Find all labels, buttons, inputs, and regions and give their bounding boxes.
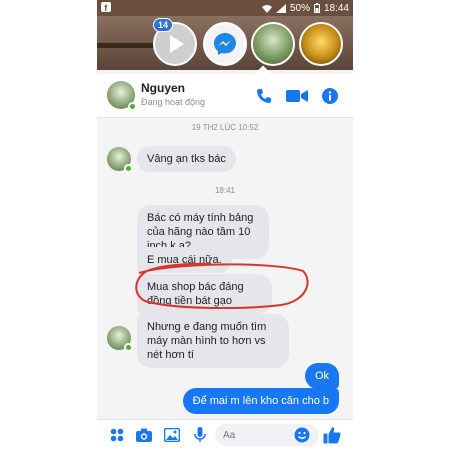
- incoming-message[interactable]: Nhưng e đang muốn tìm máy màn hình to hơ…: [137, 314, 289, 368]
- play-icon: [170, 35, 184, 53]
- notification-area: f: [101, 1, 262, 15]
- contact-chat-head[interactable]: [251, 22, 295, 66]
- camera-icon: [136, 428, 152, 442]
- camera-button[interactable]: [135, 426, 153, 444]
- wifi-icon: [261, 4, 272, 13]
- highlight-circle: [135, 262, 309, 309]
- video-camera-icon: [286, 90, 308, 102]
- thumbs-up-icon: [323, 427, 341, 444]
- info-icon: [322, 88, 338, 104]
- unread-badge: 14: [153, 18, 174, 32]
- battery-icon: [313, 3, 320, 13]
- group-chat-head[interactable]: [299, 22, 343, 66]
- active-status: Đang hoạt động: [141, 97, 206, 107]
- conversation-header: Nguyen Đang hoạt động: [97, 74, 353, 118]
- chat-heads-bar: 14: [97, 16, 353, 70]
- signal-icon: [275, 3, 286, 13]
- online-indicator: [128, 102, 137, 111]
- online-indicator: [124, 343, 133, 352]
- facebook-icon: f: [101, 1, 111, 13]
- microphone-icon: [194, 427, 206, 442]
- info-button[interactable]: [321, 86, 339, 106]
- apps-icon: [110, 428, 124, 442]
- video-call-button[interactable]: [285, 86, 309, 106]
- messenger-icon: [214, 33, 236, 55]
- emoji-button[interactable]: [293, 426, 311, 444]
- phone-icon: [257, 89, 271, 103]
- status-icons: 50% 18:44: [261, 2, 349, 14]
- message-composer: [97, 419, 353, 450]
- outgoing-message[interactable]: Để mai m lên kho căn cho b: [182, 388, 339, 414]
- contact-name[interactable]: Nguyen: [141, 81, 185, 95]
- avatar[interactable]: [107, 326, 133, 352]
- outgoing-message[interactable]: Ok: [304, 363, 339, 389]
- microphone-button[interactable]: [191, 426, 209, 444]
- avatar[interactable]: [107, 81, 137, 111]
- incoming-message[interactable]: Vâng ạn tks bác: [137, 146, 236, 172]
- gallery-icon: [164, 428, 180, 442]
- gallery-button[interactable]: [163, 426, 181, 444]
- messenger-chat-head[interactable]: [203, 22, 247, 66]
- status-bar: f 50% 18:44: [97, 0, 353, 16]
- timestamp: 19 TH2 LÚC 10:52: [191, 123, 259, 132]
- apps-button[interactable]: [108, 426, 126, 444]
- phone-screen: f 50% 18:44 14 Nguyen Đang hoạt động 19 …: [97, 0, 353, 450]
- emoji-icon: [294, 427, 310, 443]
- timestamp: 18:41: [214, 186, 236, 195]
- online-indicator: [124, 164, 133, 173]
- avatar[interactable]: [107, 147, 133, 173]
- clock: 18:44: [323, 2, 349, 14]
- like-button[interactable]: [323, 426, 341, 444]
- battery-percent: 50%: [289, 2, 310, 14]
- call-button[interactable]: [255, 86, 273, 106]
- conversation-window: Nguyen Đang hoạt động 19 TH2 LÚC 10:52 V…: [97, 65, 353, 450]
